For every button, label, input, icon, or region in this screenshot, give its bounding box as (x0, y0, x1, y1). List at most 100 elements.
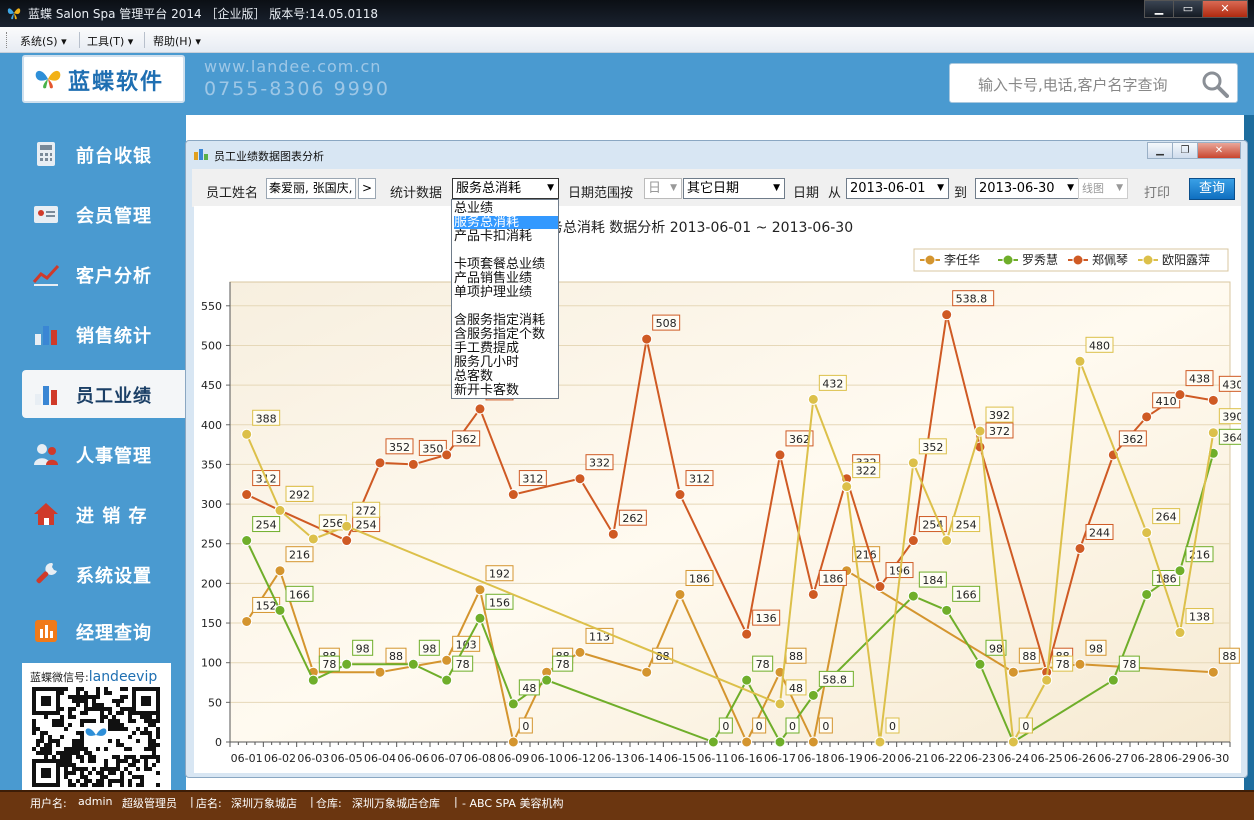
sidebar-item-5[interactable]: 人事管理 (22, 430, 186, 478)
data-label: 216 (856, 549, 877, 562)
staff-picker-button[interactable]: > (358, 178, 376, 199)
sidebar-item-label: 进 销 存 (76, 506, 148, 527)
child-close-button[interactable]: ✕ (1197, 142, 1241, 159)
dropdown-option[interactable]: 总客数 (454, 370, 558, 383)
sidebar-item-7[interactable]: 系统设置 (22, 550, 186, 598)
legend-label: 郑佩琴 (1092, 252, 1128, 267)
data-point (774, 449, 786, 461)
data-label: 98 (1089, 642, 1103, 655)
y-tick-label: 500 (201, 339, 222, 352)
data-label: 156 (489, 596, 510, 609)
data-point (1074, 542, 1086, 554)
sidebar-item-0[interactable]: 前台收银 (22, 130, 186, 178)
to-date-picker[interactable]: 2013-06-30 ▼ (975, 178, 1079, 199)
data-point (407, 658, 419, 670)
x-tick-label: 06-28 (1131, 752, 1163, 765)
data-label: 166 (956, 588, 977, 601)
data-label: 262 (622, 512, 643, 525)
legend-label: 欧阳露萍 (1162, 253, 1210, 267)
y-tick-label: 50 (208, 696, 222, 709)
stat-data-dropdown-list[interactable]: 总业绩 服务总消耗 产品卡扣消耗 卡项套餐总业绩 产品销售业绩 单项护理业绩 含服务指定消耗… (451, 199, 559, 399)
search-icon[interactable] (1201, 70, 1229, 98)
menu-help[interactable]: 帮助(H) ▾ (153, 33, 201, 49)
data-point (241, 489, 253, 501)
dropdown-option[interactable]: 总业绩 (454, 202, 558, 215)
x-tick-label: 06-21 (897, 752, 929, 765)
chart-type-select[interactable]: 线图 ▼ (1078, 178, 1128, 199)
sidebar-item-4[interactable]: 员工业绩 (22, 370, 186, 418)
status-store: 深圳万象城店 (231, 797, 297, 810)
data-point (674, 588, 686, 600)
dropdown-option[interactable]: 含服务指定消耗 (454, 314, 558, 327)
window-icon (194, 149, 208, 160)
data-label: 388 (256, 412, 277, 425)
data-label: 0 (822, 720, 829, 733)
dropdown-option[interactable]: 服务几小时 (454, 356, 558, 369)
range-other-select[interactable]: 其它日期 ▼ (683, 178, 785, 199)
print-button[interactable]: 打印 (1144, 182, 1170, 201)
customer-search-input[interactable]: 输入卡号,电话,客户名字查询 (949, 63, 1238, 103)
legend-label: 罗秀慧 (1022, 252, 1058, 267)
data-label: 98 (356, 642, 370, 655)
data-label: 322 (856, 465, 877, 478)
sidebar-item-6[interactable]: 进 销 存 (22, 490, 186, 538)
stat-data-select[interactable]: 服务总消耗 ▼ (452, 178, 559, 199)
legend-label: 李任华 (944, 252, 980, 267)
menu-grip (6, 32, 9, 48)
calculator-icon (37, 142, 55, 166)
data-point (1207, 394, 1219, 406)
menu-tools[interactable]: 工具(T) ▾ (87, 33, 133, 49)
x-tick-label: 06-23 (964, 752, 996, 765)
x-tick-label: 06-10 (531, 752, 563, 765)
y-tick-label: 300 (201, 498, 222, 511)
data-label: 78 (456, 658, 470, 671)
query-button[interactable]: 查询 (1189, 178, 1235, 200)
chart-title: 服务总消耗 数据分析 2013-06-01 ~ 2013-06-30 (535, 220, 853, 236)
x-tick-label: 06-09 (497, 752, 529, 765)
child-minimize-button[interactable]: ▁ (1147, 142, 1173, 159)
data-label: 78 (556, 658, 570, 671)
dropdown-option[interactable]: 产品销售业绩 (454, 272, 558, 285)
house-icon (34, 503, 58, 525)
dropdown-option[interactable]: 新开卡客数 (454, 384, 558, 397)
dropdown-option[interactable]: 含服务指定个数 (454, 328, 558, 341)
dropdown-option[interactable]: 手工费提成 (454, 342, 558, 355)
data-label: 88 (389, 650, 403, 663)
data-point (1207, 666, 1219, 678)
data-label: 78 (1056, 658, 1070, 671)
data-label: 138 (1189, 611, 1210, 624)
sidebar-item-3[interactable]: 销售统计 (22, 310, 186, 358)
data-point (941, 604, 953, 616)
close-button[interactable]: ✕ (1202, 0, 1248, 18)
data-point (741, 736, 753, 748)
x-tick-label: 06-20 (864, 752, 896, 765)
x-tick-label: 06-18 (797, 752, 829, 765)
minimize-button[interactable]: ▁ (1144, 0, 1174, 18)
staff-name-label: 员工姓名 (206, 186, 259, 201)
dropdown-option[interactable]: 单项护理业绩 (454, 286, 558, 299)
sidebar-item-8[interactable]: 经理查询 (22, 607, 186, 655)
dropdown-option[interactable]: 卡项套餐总业绩 (454, 258, 558, 271)
dropdown-option[interactable]: 服务总消耗 (454, 216, 558, 229)
data-point (507, 489, 519, 501)
sidebar-item-1[interactable]: 会员管理 (22, 190, 186, 238)
data-point (474, 403, 486, 415)
data-label: 362 (789, 433, 810, 446)
status-store-label: 店名: (196, 797, 222, 810)
x-tick-label: 06-06 (397, 752, 429, 765)
data-point (474, 584, 486, 596)
sidebar-item-2[interactable]: 客户分析 (22, 250, 186, 298)
data-point (907, 535, 919, 547)
child-restore-button[interactable]: ❐ (1172, 142, 1198, 159)
data-label: 432 (822, 377, 843, 390)
menu-system[interactable]: 系统(S) ▾ (20, 33, 67, 49)
from-date-picker[interactable]: 2013-06-01 ▼ (846, 178, 949, 199)
data-point (841, 481, 853, 493)
range-unit-select[interactable]: 日 ▼ (644, 178, 682, 199)
staff-name-field[interactable]: 秦爱丽, 张国庆, 李 (266, 178, 356, 199)
data-point (441, 449, 453, 461)
maximize-button[interactable]: ▭ (1173, 0, 1203, 18)
qr-code-image (32, 687, 160, 787)
data-point (274, 504, 286, 516)
dropdown-option[interactable]: 产品卡扣消耗 (454, 230, 558, 243)
